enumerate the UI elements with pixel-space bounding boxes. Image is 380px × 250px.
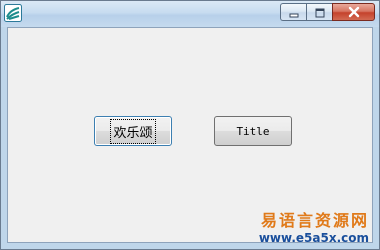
site-watermark: 易语言资源网 www.e5a5x.com (259, 211, 369, 245)
title-bar[interactable] (1, 1, 379, 27)
title-button[interactable]: Title (214, 116, 292, 146)
minimize-button[interactable] (280, 3, 306, 21)
watermark-title: 易语言资源网 (260, 211, 369, 230)
minimize-icon (288, 3, 300, 22)
app-window: 欢乐颂 Title 易语言资源网 www.e5a5x.com (0, 0, 380, 250)
close-icon (347, 3, 361, 22)
huanlesong-button-label: 欢乐颂 (110, 118, 156, 144)
maximize-icon (314, 3, 326, 22)
app-logo-icon[interactable] (4, 4, 22, 22)
caption-buttons (280, 3, 375, 21)
close-button[interactable] (332, 3, 375, 21)
maximize-button[interactable] (306, 3, 332, 21)
title-button-label: Title (236, 124, 270, 138)
watermark-url: www.e5a5x.com (258, 231, 369, 245)
huanlesong-button[interactable]: 欢乐颂 (94, 116, 172, 146)
